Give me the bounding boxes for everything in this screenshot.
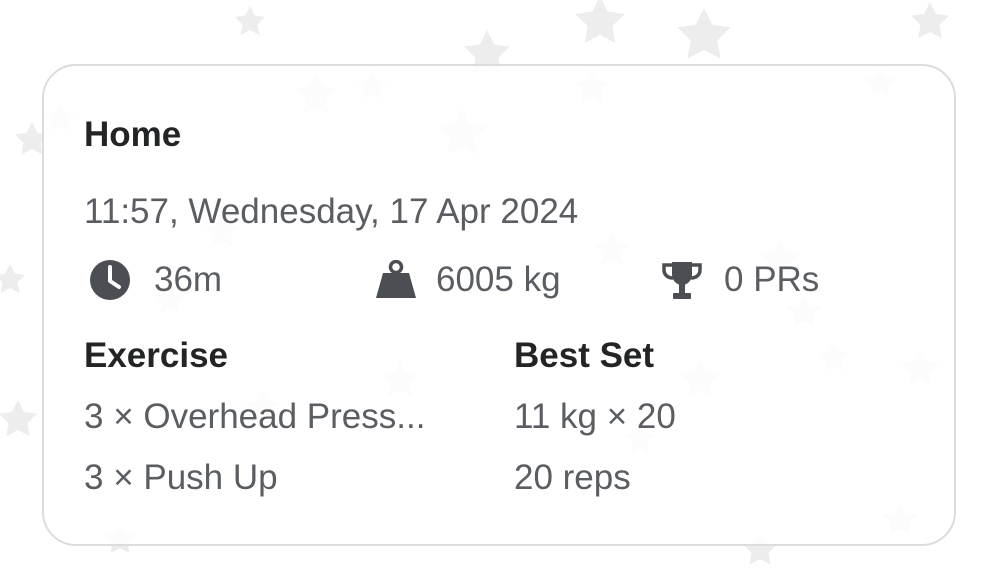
stat-prs: 0 PRs xyxy=(660,256,819,304)
trophy-icon xyxy=(660,258,704,302)
stat-volume: 6005 kg xyxy=(374,256,561,304)
volume-value: 6005 kg xyxy=(436,260,561,299)
clock-icon xyxy=(88,258,132,302)
weight-icon xyxy=(374,258,418,302)
best-set-column-header: Best Set xyxy=(514,336,655,375)
best-set-row-2: 20 reps xyxy=(514,458,631,497)
exercise-column-header: Exercise xyxy=(84,336,229,375)
exercise-row-1: 3 × Overhead Press... xyxy=(84,397,426,436)
duration-value: 36m xyxy=(154,260,223,299)
prs-value: 0 PRs xyxy=(724,260,820,299)
best-set-row-1: 11 kg × 20 xyxy=(514,397,676,436)
exercise-row-2: 3 × Push Up xyxy=(84,458,278,497)
workout-card[interactable]: Home 11:57, Wednesday, 17 Apr 2024 36m 6… xyxy=(42,64,956,546)
stat-duration: 36m xyxy=(88,256,222,304)
workout-datetime: 11:57, Wednesday, 17 Apr 2024 xyxy=(84,192,579,231)
workout-title: Home xyxy=(84,115,182,154)
